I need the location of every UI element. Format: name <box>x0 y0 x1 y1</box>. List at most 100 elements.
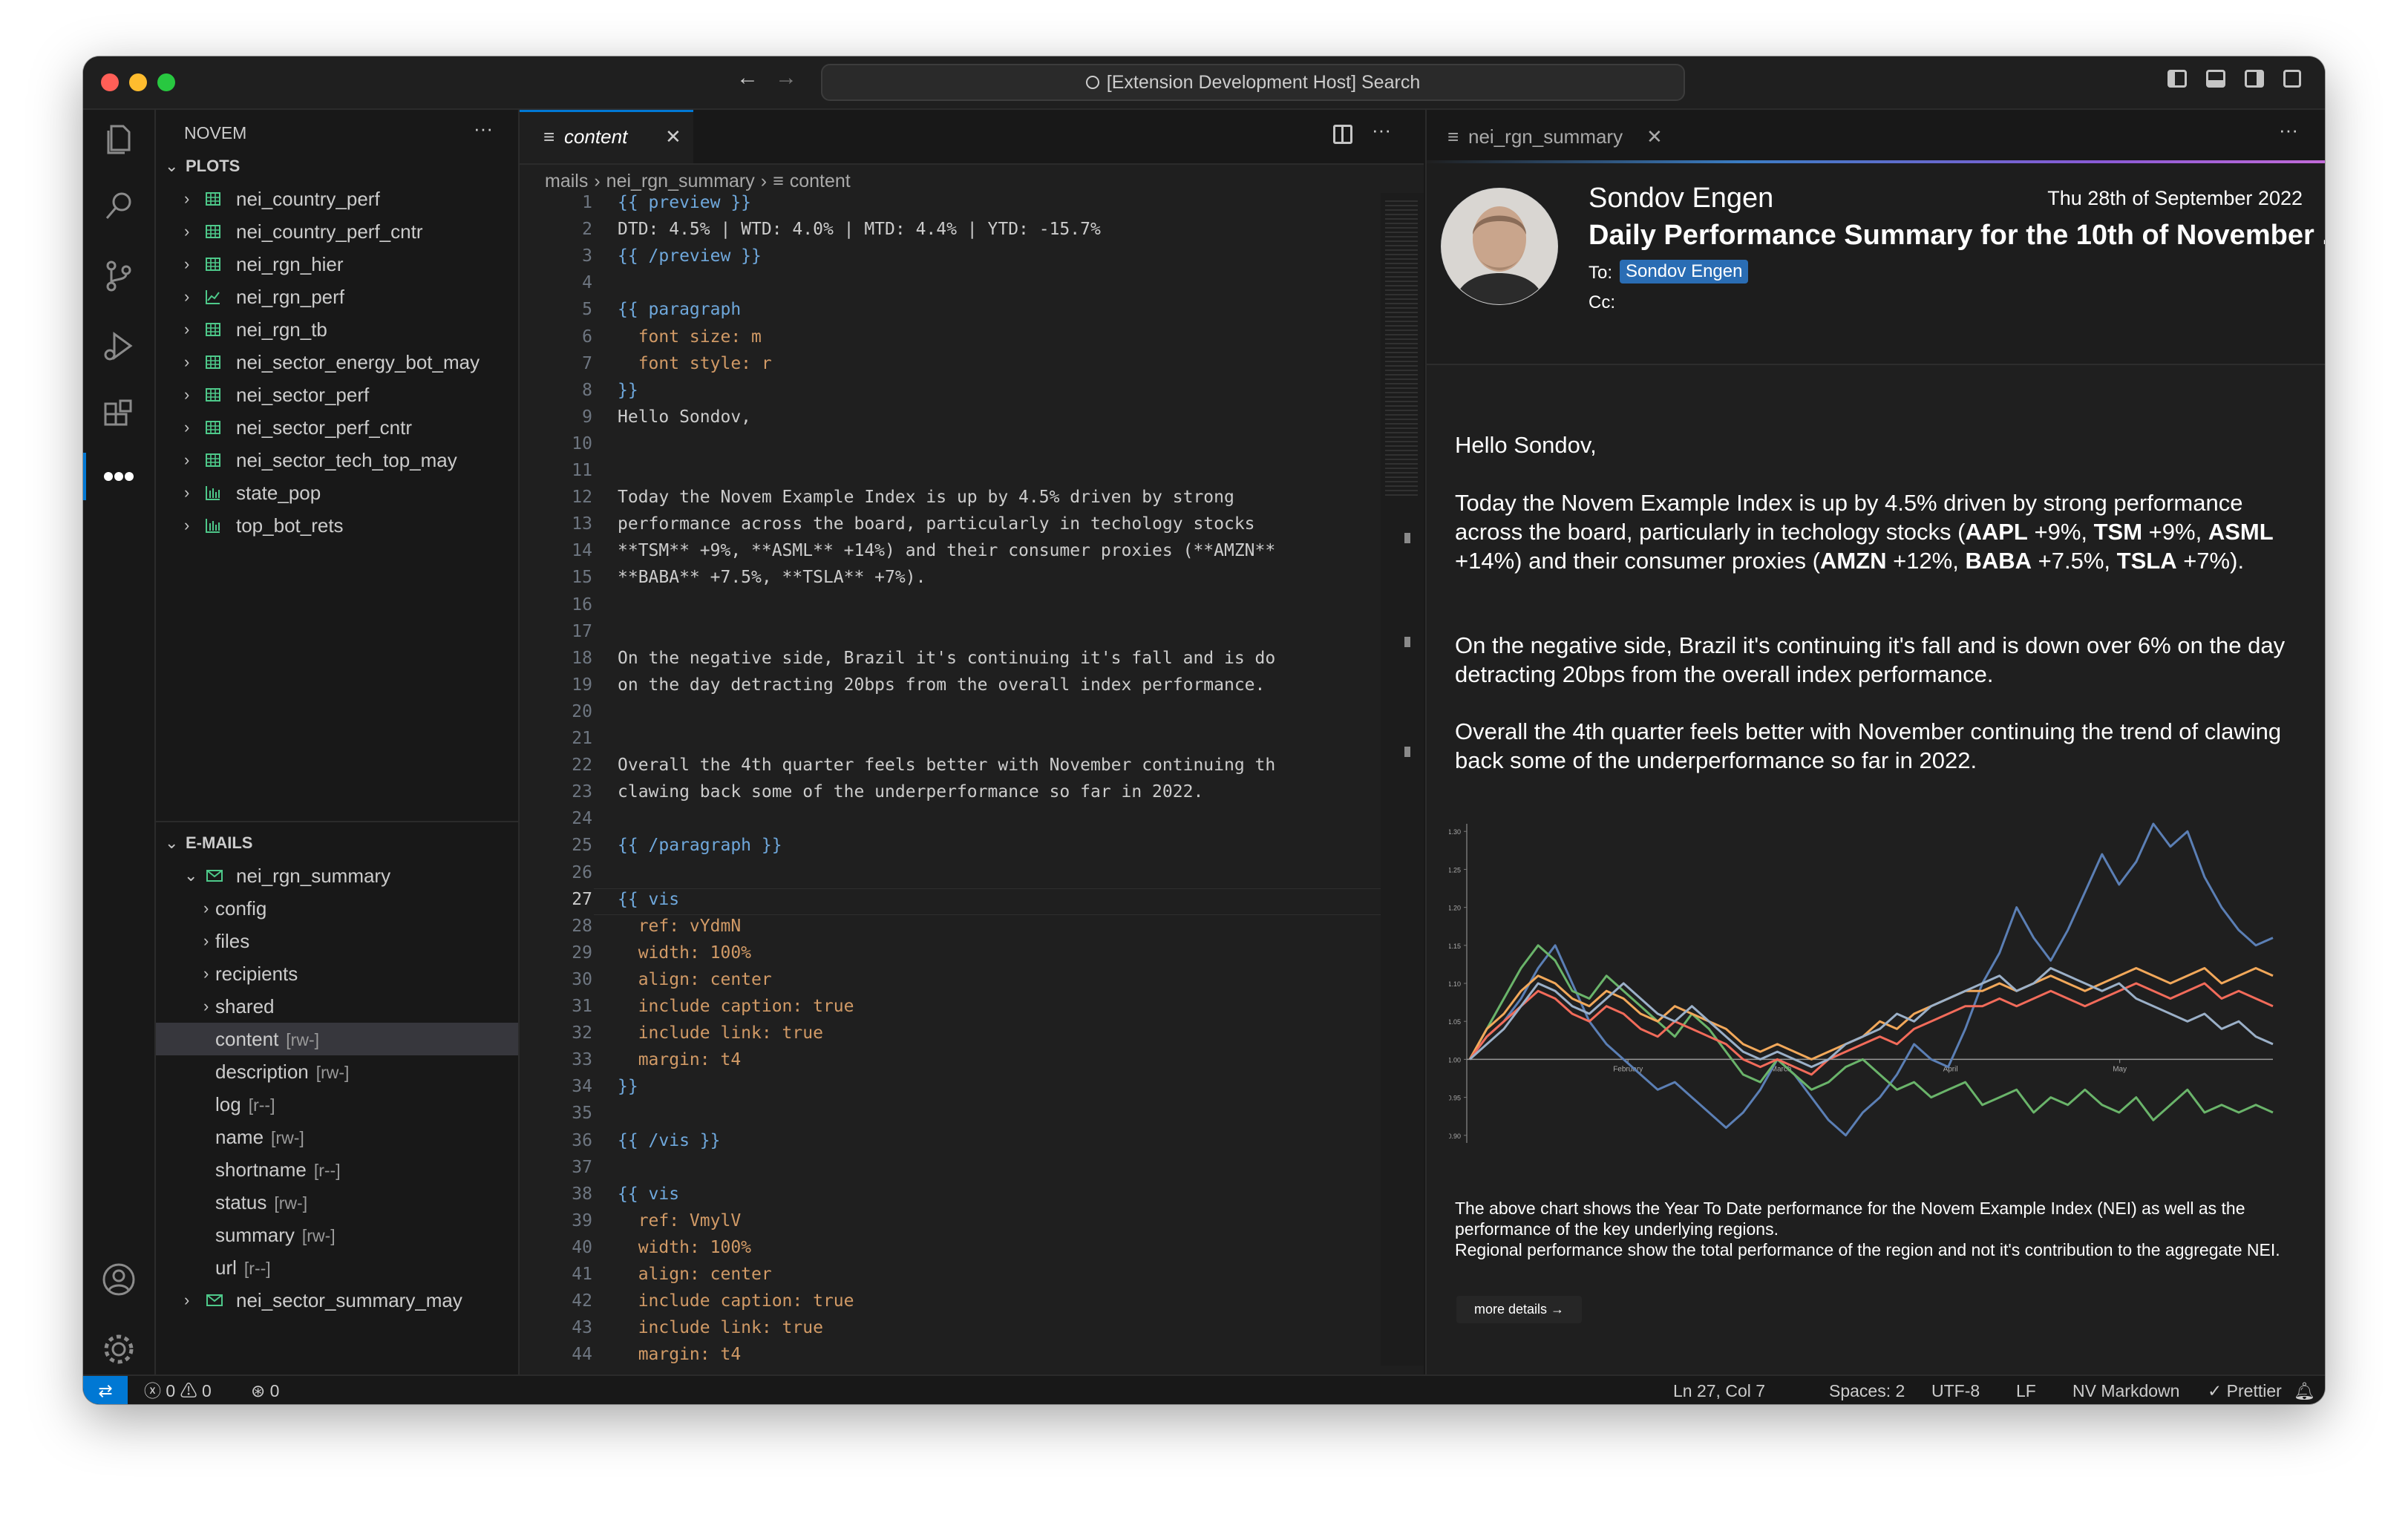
formatter-status[interactable]: ✓ Prettier <box>2208 1376 2282 1404</box>
code-line[interactable]: Today the Novem Example Index is up by 4… <box>618 488 1234 507</box>
code-line[interactable]: DTD: 4.5% | WTD: 4.0% | MTD: 4.4% | YTD:… <box>618 220 1101 239</box>
performance-line-chart[interactable]: 1.301.251.201.151.101.051.000.950.90Febr… <box>1449 816 2295 1173</box>
email-file-item[interactable]: status [rw-] <box>156 1186 518 1219</box>
emails-section-header[interactable]: ⌄ E-MAILS <box>156 827 518 859</box>
plot-item[interactable]: › nei_sector_perf <box>156 378 518 411</box>
code-line[interactable]: margin: t4 <box>618 1345 741 1364</box>
email-item-nei-rgn-summary[interactable]: ⌄ nei_rgn_summary <box>156 859 518 892</box>
email-file-item[interactable]: content [rw-] <box>156 1023 518 1055</box>
email-folder-item[interactable]: › recipients <box>156 957 518 990</box>
plot-item[interactable]: › nei_country_perf_cntr <box>156 215 518 248</box>
more-details-button[interactable]: more details → <box>1456 1296 1583 1323</box>
code-line[interactable]: font style: r <box>618 354 772 373</box>
email-file-item[interactable]: name [rw-] <box>156 1121 518 1153</box>
code-line[interactable]: clawing back some of the underperformanc… <box>618 782 1203 802</box>
code-line[interactable]: {{ /preview }} <box>618 246 762 266</box>
code-line[interactable]: {{ vis <box>618 890 679 909</box>
email-file-item[interactable]: url [r--] <box>156 1251 518 1284</box>
code-line[interactable]: Overall the 4th quarter feels better wit… <box>618 756 1275 775</box>
account-icon[interactable] <box>101 1262 137 1297</box>
code-line[interactable]: }} <box>618 1077 638 1096</box>
email-file-item[interactable]: summary [rw-] <box>156 1219 518 1251</box>
code-line[interactable]: include caption: true <box>618 1291 854 1311</box>
code-line[interactable]: on the day detracting 20bps from the ove… <box>618 675 1265 695</box>
code-line[interactable]: {{ /vis }} <box>618 1131 720 1150</box>
code-line[interactable]: performance across the board, particular… <box>618 514 1255 534</box>
more-actions-icon[interactable]: ··· <box>474 117 493 140</box>
gear-icon[interactable] <box>101 1331 137 1367</box>
code-line[interactable]: include link: true <box>618 1023 823 1043</box>
language-mode[interactable]: NV Markdown <box>2072 1376 2179 1404</box>
plot-item[interactable]: › top_bot_rets <box>156 509 518 542</box>
split-editor-icon[interactable] <box>1333 125 1352 144</box>
bell-icon[interactable]: 🔔︎ <box>2294 1376 2315 1404</box>
minimize-window-button[interactable] <box>129 73 147 91</box>
plots-section-header[interactable]: ⌄ PLOTS <box>156 150 518 183</box>
breadcrumb-item[interactable]: mails <box>545 171 588 191</box>
maximize-window-button[interactable] <box>157 73 175 91</box>
close-tab-icon[interactable]: ✕ <box>1646 110 1663 163</box>
code-line[interactable]: {{ preview }} <box>618 193 751 212</box>
minimap[interactable] <box>1381 193 1424 1366</box>
plot-item[interactable]: › nei_rgn_hier <box>156 248 518 281</box>
code-line[interactable]: {{ /paragraph }} <box>618 836 782 855</box>
code-line[interactable]: }} <box>618 381 638 400</box>
ports-indicator[interactable]: ⊛ 0 <box>251 1376 279 1404</box>
close-window-button[interactable] <box>101 73 119 91</box>
code-editor[interactable]: 1 {{ preview }} 2 DTD: 4.5% | WTD: 4.0% | M… <box>520 193 1381 1366</box>
code-line[interactable]: {{ vis <box>618 1184 679 1204</box>
email-file-item[interactable]: description [rw-] <box>156 1055 518 1088</box>
toggle-primary-sidebar-icon[interactable] <box>2167 70 2187 88</box>
toggle-panel-icon[interactable] <box>2206 70 2225 88</box>
email-item-nei-sector-summary-may[interactable]: › nei_sector_summary_may <box>156 1284 518 1317</box>
code-line[interactable]: **BABA** +7.5%, **TSLA** +7%). <box>618 568 926 587</box>
code-line[interactable]: ref: vYdmN <box>618 917 741 936</box>
code-line[interactable]: include caption: true <box>618 997 854 1016</box>
code-line[interactable]: width: 100% <box>618 943 751 963</box>
code-line[interactable]: ref: VmylV <box>618 1211 741 1230</box>
plot-item[interactable]: › nei_rgn_tb <box>156 313 518 346</box>
tab-content[interactable]: ≡ content ✕ <box>520 110 693 163</box>
email-folder-item[interactable]: › config <box>156 892 518 925</box>
email-file-item[interactable]: log [r--] <box>156 1088 518 1121</box>
customize-layout-icon[interactable] <box>2283 70 2301 88</box>
line-ending[interactable]: LF <box>2016 1376 2036 1404</box>
email-file-item[interactable]: shortname [r--] <box>156 1153 518 1186</box>
close-tab-icon[interactable]: ✕ <box>665 112 681 161</box>
plot-item[interactable]: › nei_rgn_perf <box>156 281 518 313</box>
code-line[interactable]: font size: m <box>618 327 762 347</box>
breadcrumb-item[interactable]: content <box>790 171 851 191</box>
code-line[interactable]: align: center <box>618 1265 772 1284</box>
run-debug-icon[interactable] <box>101 328 137 364</box>
source-control-icon[interactable] <box>101 258 137 294</box>
plot-item[interactable]: › nei_sector_energy_bot_may <box>156 346 518 378</box>
forward-arrow-icon[interactable]: → <box>775 65 797 91</box>
code-line[interactable]: {{ paragraph <box>618 300 741 319</box>
novem-icon[interactable] <box>101 459 137 494</box>
encoding[interactable]: UTF-8 <box>1931 1376 1980 1404</box>
plot-item[interactable]: › nei_sector_perf_cntr <box>156 411 518 444</box>
code-line[interactable]: Hello Sondov, <box>618 407 751 427</box>
code-line[interactable]: **TSM** +9%, **ASML** +14%) and their co… <box>618 541 1275 560</box>
code-line[interactable]: include link: true <box>618 1318 823 1337</box>
email-folder-item[interactable]: › files <box>156 925 518 957</box>
back-arrow-icon[interactable]: ← <box>736 65 759 91</box>
breadcrumb-item[interactable]: nei_rgn_summary <box>606 171 755 191</box>
command-center-search[interactable]: [Extension Development Host] Search <box>821 64 1685 101</box>
code-line[interactable]: width: 100% <box>618 1238 751 1257</box>
code-line[interactable]: margin: t4 <box>618 1050 741 1069</box>
remote-indicator-icon[interactable]: ⇄ <box>83 1376 128 1404</box>
tab-nei-rgn-summary[interactable]: ≡ nei_rgn_summary ✕ <box>1427 110 1679 163</box>
email-folder-item[interactable]: › shared <box>156 990 518 1023</box>
plot-item[interactable]: › nei_country_perf <box>156 183 518 215</box>
plot-item[interactable]: › nei_sector_tech_top_may <box>156 444 518 476</box>
more-actions-icon[interactable]: ··· <box>1372 119 1391 142</box>
plot-item[interactable]: › state_pop <box>156 476 518 509</box>
search-icon[interactable] <box>101 189 137 224</box>
indentation[interactable]: Spaces: 2 <box>1829 1376 1905 1404</box>
recipient-chip[interactable]: Sondov Engen <box>1620 260 1749 284</box>
cursor-position[interactable]: Ln 27, Col 7 <box>1673 1376 1765 1404</box>
explorer-icon[interactable] <box>101 120 137 156</box>
more-actions-icon[interactable]: ··· <box>2279 119 2298 142</box>
toggle-secondary-sidebar-icon[interactable] <box>2245 70 2264 88</box>
